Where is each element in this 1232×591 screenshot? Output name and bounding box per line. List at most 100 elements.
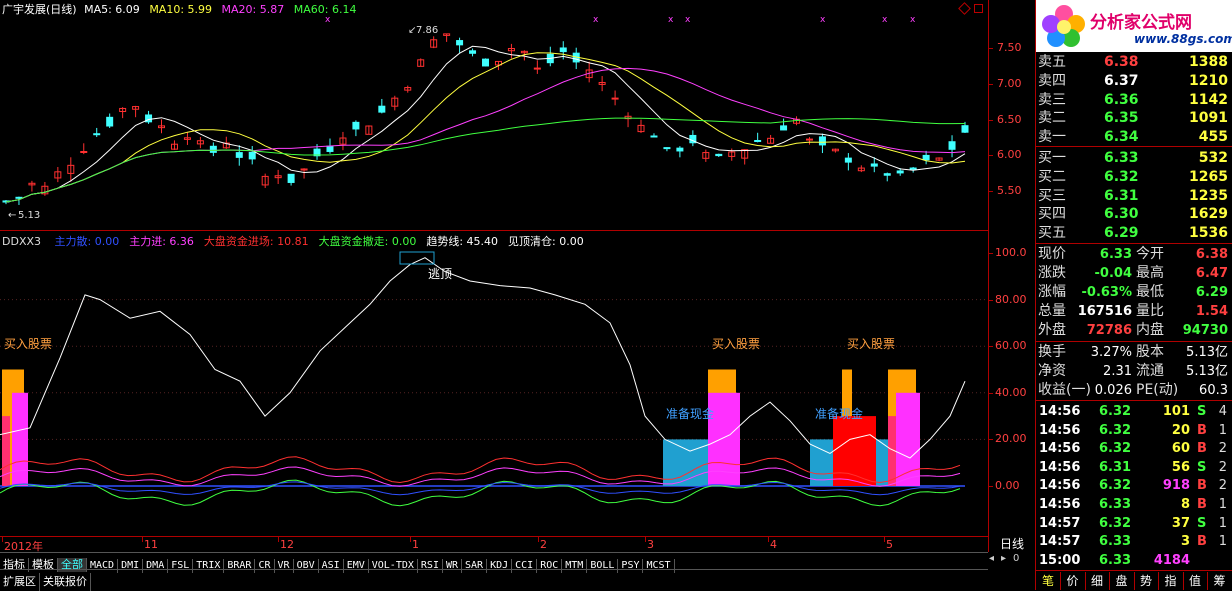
fundamental-row: 收益(一) 0.026 PE(动) 60.3	[1036, 380, 1230, 401]
bottom-tab[interactable]: 扩展区	[0, 573, 40, 591]
candle-body	[962, 126, 968, 133]
candle-body	[923, 155, 929, 159]
candle-body	[353, 122, 359, 129]
fundamental-row: 换手 3.27% 股本 5.13亿	[1036, 342, 1230, 363]
quote-row: 现价 6.33 今开 6.38	[1036, 244, 1230, 265]
candle-body	[560, 48, 566, 52]
quote-value: 1.54	[1196, 301, 1228, 322]
flower-logo-icon	[1038, 0, 1090, 52]
annotation-top: 逃顶	[428, 267, 452, 281]
candle-body	[457, 41, 463, 45]
right-panel: 分析家公式网 www.88gs.com 卖五 6.38 1388卖四 6.37 …	[1036, 0, 1232, 590]
right-tab[interactable]: 笔	[1036, 572, 1061, 590]
logo: 分析家公式网 www.88gs.com	[1036, 0, 1232, 52]
quote-value: 6.47	[1196, 263, 1228, 284]
time-axis-label: 4	[770, 538, 777, 551]
indicator-axis-label: 40.00	[995, 386, 1027, 399]
candle-body	[755, 141, 761, 142]
ma5-line	[6, 46, 965, 202]
fund-value: 2.31	[1103, 361, 1132, 382]
time-tick	[2, 537, 3, 542]
indicator-tick	[989, 393, 993, 394]
annotation-buy3: 买入股票	[847, 337, 895, 351]
quote-value: 94730	[1183, 320, 1228, 341]
signal-marker: x	[910, 15, 916, 25]
right-tab[interactable]: 指	[1159, 572, 1184, 590]
fund-label: 收益(一)	[1038, 380, 1091, 401]
fund-label: 股本	[1136, 342, 1164, 363]
scroll-end-icon[interactable]: 0	[1013, 553, 1019, 564]
indicator-axis-label: 20.00	[995, 432, 1027, 445]
time-axis-label: 11	[144, 538, 158, 551]
indicator-tick	[989, 300, 993, 301]
indicator-chart[interactable]: 逃顶买入股票买入股票买入股票准备现金准备现金	[0, 230, 988, 530]
annotation-prep1: 准备现金	[666, 406, 714, 421]
price-tick	[989, 120, 993, 121]
order-label: 买五	[1038, 223, 1066, 244]
fund-label: 换手	[1038, 342, 1066, 363]
bottom-tab[interactable]: 关联报价	[40, 573, 91, 591]
scroll-left-icon[interactable]: ◂	[989, 553, 994, 564]
time-tick	[768, 537, 769, 542]
tick-price: 6.33	[1099, 550, 1131, 571]
time-tick	[278, 537, 279, 542]
candle-body	[288, 174, 294, 182]
quote-block: 现价 6.33 今开 6.38涨跌 -0.04 最高 6.47涨幅 -0.63%…	[1036, 244, 1232, 340]
scroll-right-icon[interactable]: ▸	[1001, 553, 1006, 564]
time-axis-label: 5	[886, 538, 893, 551]
price-chart[interactable]: xxxxxxx 7.86 5.13 ← ↙	[0, 0, 988, 230]
quote-value: -0.63%	[1082, 282, 1133, 303]
ma60-line	[6, 118, 965, 202]
candle-body	[884, 174, 890, 176]
time-tick	[142, 537, 143, 542]
tick-volume: 4184	[1154, 550, 1190, 571]
right-tab[interactable]: 值	[1183, 572, 1208, 590]
order-row[interactable]: 买五 6.29 1536	[1036, 223, 1230, 244]
right-tab[interactable]: 细	[1085, 572, 1110, 590]
candle-body	[236, 153, 242, 158]
signal-marker: x	[668, 15, 674, 25]
time-tick	[645, 537, 646, 542]
candle-body	[897, 171, 903, 173]
book-divider	[1036, 146, 1232, 147]
candle-body	[483, 59, 489, 66]
annotation-buy1: 买入股票	[4, 337, 52, 351]
fund-label: PE(动)	[1136, 380, 1178, 401]
candle-body	[716, 154, 722, 155]
candle-body	[806, 139, 812, 140]
price-tick	[989, 48, 993, 49]
trend-line	[0, 258, 965, 458]
candle-body	[249, 152, 255, 158]
candle-body	[107, 117, 113, 126]
candle-body	[16, 197, 22, 198]
time-axis-label: 2	[540, 538, 547, 551]
quote-row: 总量 167516 量比 1.54	[1036, 301, 1230, 322]
period-label[interactable]: 日线	[1000, 538, 1024, 551]
quote-label: 最低	[1136, 282, 1164, 303]
main-chart-panel[interactable]: 广宇发展(日线) MA5: 6.09 MA10: 5.99 MA20: 5.87…	[0, 0, 988, 552]
quote-label: 总量	[1038, 301, 1066, 322]
candle-body	[470, 51, 476, 53]
bid-list: 买一 6.33 532买二 6.32 1265买三 6.31 1235买四 6.…	[1036, 148, 1232, 242]
price-axis-label: 7.50	[997, 41, 1022, 54]
right-tab[interactable]: 筹	[1208, 572, 1232, 590]
candle-body	[819, 137, 825, 145]
candle-body	[81, 151, 87, 152]
candle-body	[664, 148, 670, 149]
indicator-tick	[989, 346, 993, 347]
indicator-tick	[989, 439, 993, 440]
high-mark-label: 7.86	[416, 25, 438, 36]
price-tick	[989, 84, 993, 85]
right-tab[interactable]: 价	[1061, 572, 1086, 590]
right-tab[interactable]: 盘	[1110, 572, 1135, 590]
time-axis-label: 1	[412, 538, 419, 551]
fund-value: 60.3	[1199, 380, 1228, 401]
price-tick	[989, 191, 993, 192]
candle-body	[327, 146, 333, 151]
right-tab[interactable]: 势	[1134, 572, 1159, 590]
quote-label: 今开	[1136, 244, 1164, 265]
candle-body	[651, 136, 657, 137]
indicator-tabs: 指标模板全部MACDDMIDMAFSLTRIXBRARCRVROBVASIEMV…	[0, 552, 988, 569]
quote-label: 最高	[1136, 263, 1164, 284]
quote-label: 现价	[1038, 244, 1066, 265]
